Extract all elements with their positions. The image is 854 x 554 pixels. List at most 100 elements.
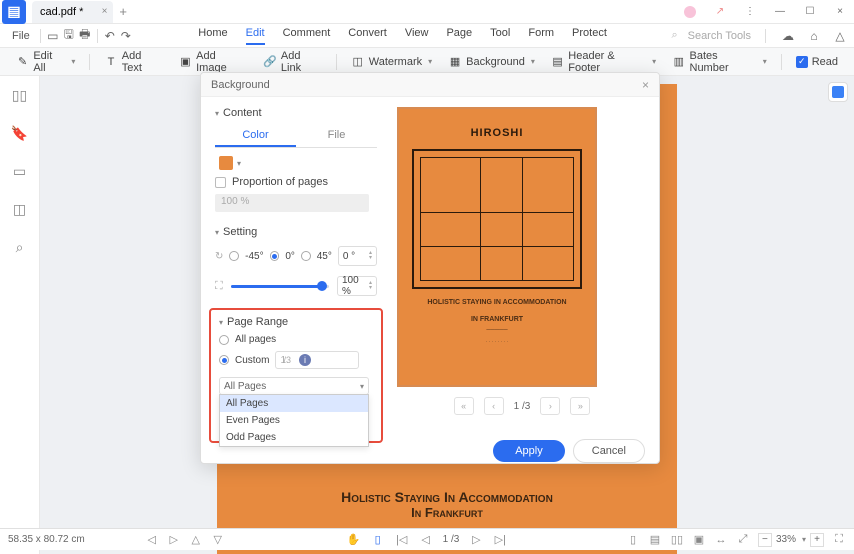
option-all-pages[interactable]: All Pages — [220, 395, 368, 412]
preview-doc-title: HIROSHI — [471, 127, 524, 139]
redo-icon[interactable]: ↷ — [118, 28, 134, 44]
menu-bar: File ▭ 🖫 🖶 ↶ ↷ Home Edit Comment Convert… — [0, 24, 854, 48]
page-heading: Holistic Staying In Accommodation In Fra… — [341, 489, 553, 520]
content-section-header[interactable]: Content — [215, 107, 377, 119]
background-preview: HIROSHI Holistic Staying In Accommodatio… — [397, 107, 597, 387]
all-pages-radio[interactable] — [219, 335, 229, 345]
file-menu[interactable]: File — [6, 30, 36, 42]
zoom-out-button[interactable]: − — [758, 533, 772, 547]
document-tab[interactable]: cad.pdf * × — [32, 1, 113, 23]
color-picker[interactable]: ▾ — [219, 156, 377, 170]
nav-down-icon[interactable]: ▽ — [211, 533, 225, 547]
custom-pages-input[interactable] — [275, 351, 359, 369]
proportion-checkbox[interactable] — [215, 177, 226, 188]
zoom-level[interactable]: 33% — [776, 534, 796, 545]
more-icon[interactable]: ⋮ — [736, 2, 764, 22]
read-toggle[interactable]: ✓Read — [790, 53, 844, 71]
opacity-icon: ⛶ — [215, 280, 223, 293]
tab-edit[interactable]: Edit — [246, 27, 265, 45]
share-icon[interactable]: ↗ — [706, 2, 734, 22]
bookmarks-icon[interactable]: 🔖 — [11, 124, 29, 142]
app-logo: ▤ — [2, 0, 26, 24]
save-icon[interactable]: 🖫 — [61, 28, 77, 44]
nav-prev-icon[interactable]: ◁ — [145, 533, 159, 547]
zoom-in-button[interactable]: + — [810, 533, 824, 547]
open-icon[interactable]: ▭ — [45, 28, 61, 44]
angle-0-radio[interactable] — [270, 251, 280, 261]
fit-page-icon[interactable]: ⤢ — [736, 533, 750, 547]
page-indicator[interactable]: 1 /3 — [443, 534, 460, 545]
last-page-icon[interactable]: ▷| — [493, 533, 507, 547]
add-text-button[interactable]: TAdd Text — [98, 47, 168, 77]
pager-next[interactable]: › — [540, 397, 560, 415]
pager-prev[interactable]: ‹ — [484, 397, 504, 415]
minimize-button[interactable]: — — [766, 2, 794, 22]
cancel-button[interactable]: Cancel — [573, 439, 645, 463]
option-odd-pages[interactable]: Odd Pages — [220, 429, 368, 446]
dialog-title: Background — [211, 79, 270, 91]
thumbnails-icon[interactable]: ▯▯ — [11, 86, 29, 104]
floorplan-icon — [412, 149, 582, 289]
close-window-button[interactable]: × — [826, 2, 854, 22]
view-single-icon[interactable]: ▯ — [626, 533, 640, 547]
tab-home[interactable]: Home — [198, 27, 227, 45]
angle-neg45-radio[interactable] — [229, 251, 239, 261]
select-tool-icon[interactable]: ▯ — [371, 533, 385, 547]
prev-page-icon[interactable]: ◁ — [419, 533, 433, 547]
angle-45-radio[interactable] — [301, 251, 311, 261]
search-tools-placeholder[interactable]: Search Tools — [688, 30, 751, 42]
option-even-pages[interactable]: Even Pages — [220, 412, 368, 429]
print-icon[interactable]: 🖶 — [77, 28, 93, 44]
page-range-header[interactable]: Page Range — [219, 316, 373, 328]
undo-icon[interactable]: ↶ — [102, 28, 118, 44]
hand-tool-icon[interactable]: ✋ — [347, 533, 361, 547]
tab-comment[interactable]: Comment — [283, 27, 331, 45]
apply-button[interactable]: Apply — [493, 440, 565, 462]
tab-view[interactable]: View — [405, 27, 429, 45]
info-icon[interactable]: i — [299, 354, 311, 366]
first-page-icon[interactable]: |◁ — [395, 533, 409, 547]
attachments-icon[interactable]: ▭ — [11, 162, 29, 180]
search-panel-icon[interactable]: ⌕ — [11, 238, 29, 256]
home-icon[interactable]: ⌂ — [806, 28, 822, 44]
bates-number-button[interactable]: ▥Bates Number▾ — [666, 47, 773, 77]
fullscreen-icon[interactable]: ⛶ — [832, 533, 846, 547]
new-tab-button[interactable]: + — [119, 4, 127, 19]
watermark-button[interactable]: ◫Watermark▾ — [345, 52, 438, 72]
opacity-slider[interactable] — [231, 285, 329, 288]
edit-all-button[interactable]: ✎Edit All▾ — [10, 47, 81, 77]
setting-section-header[interactable]: Setting — [215, 226, 377, 238]
fit-width-icon[interactable]: ↔ — [714, 533, 728, 547]
page-subset-select[interactable]: All Pages▾ — [219, 377, 369, 395]
angle-input[interactable]: 0 °▴▾ — [338, 246, 377, 266]
opacity-input[interactable]: 100 %▴▾ — [337, 276, 377, 296]
background-button[interactable]: ▦Background▾ — [442, 52, 541, 72]
dialog-close-button[interactable]: × — [642, 78, 649, 92]
view-facing-icon[interactable]: ▯▯ — [670, 533, 684, 547]
next-page-icon[interactable]: ▷ — [469, 533, 483, 547]
custom-radio[interactable] — [219, 355, 229, 365]
tab-tool[interactable]: Tool — [490, 27, 510, 45]
side-app-badge[interactable] — [828, 82, 848, 102]
view-cover-icon[interactable]: ▣ — [692, 533, 706, 547]
close-tab-icon[interactable]: × — [102, 6, 108, 17]
view-continuous-icon[interactable]: ▤ — [648, 533, 662, 547]
cloud-icon[interactable]: ☁ — [780, 28, 796, 44]
tab-page[interactable]: Page — [446, 27, 472, 45]
file-tab[interactable]: File — [296, 125, 377, 147]
tab-protect[interactable]: Protect — [572, 27, 607, 45]
account-icon[interactable] — [676, 2, 704, 22]
page-subset-dropdown: All Pages Even Pages Odd Pages — [219, 394, 369, 447]
tab-title: cad.pdf * — [40, 6, 83, 18]
help-icon[interactable]: △ — [832, 28, 848, 44]
tab-form[interactable]: Form — [528, 27, 554, 45]
nav-up-icon[interactable]: △ — [189, 533, 203, 547]
pager-last[interactable]: » — [570, 397, 590, 415]
layers-icon[interactable]: ◫ — [11, 200, 29, 218]
pager-first[interactable]: « — [454, 397, 474, 415]
preview-pager: « ‹ 1 /3 › » — [397, 397, 647, 415]
maximize-button[interactable]: ☐ — [796, 2, 824, 22]
tab-convert[interactable]: Convert — [348, 27, 387, 45]
color-tab[interactable]: Color — [215, 125, 296, 147]
nav-next-icon[interactable]: ▷ — [167, 533, 181, 547]
